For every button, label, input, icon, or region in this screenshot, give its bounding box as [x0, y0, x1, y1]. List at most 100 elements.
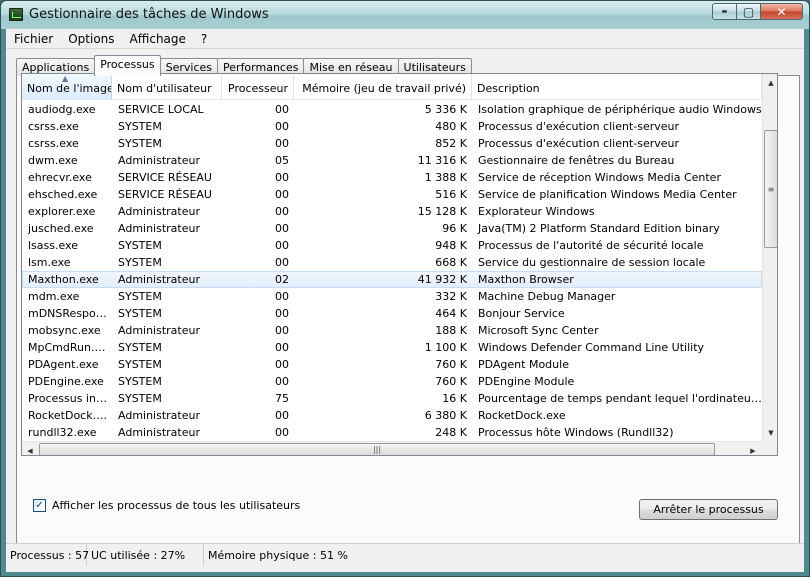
- close-icon: ✕: [776, 4, 787, 19]
- cell-user-name: SYSTEM: [118, 137, 162, 150]
- check-icon: ✓: [35, 500, 44, 511]
- cell-user-name: Administrateur: [118, 409, 200, 422]
- process-row[interactable]: Processus ina... SYSTEM 75 16 K Pourcentage …: [22, 390, 762, 407]
- cell-memory: 948 K: [435, 239, 467, 252]
- process-row[interactable]: ehrecvr.exe SERVICE RÉSEAU 00 1 388 K Servic…: [22, 169, 762, 186]
- process-row[interactable]: ehsched.exe SERVICE RÉSEAU 00 516 K Service …: [22, 186, 762, 203]
- menu-bar: Fichier Options Affichage ?: [6, 29, 804, 49]
- cell-cpu: 02: [275, 273, 289, 286]
- menu-options[interactable]: Options: [60, 29, 121, 48]
- cell-memory: 188 K: [435, 324, 467, 337]
- vertical-scroll-thumb[interactable]: ≡: [764, 130, 777, 248]
- process-row[interactable]: mobsync.exe Administrateur 00 188 K Microsof…: [22, 322, 762, 339]
- column-header-description[interactable]: Description: [472, 74, 762, 100]
- cell-user-name: SYSTEM: [118, 256, 162, 269]
- end-process-button[interactable]: Arrêter le processus: [639, 499, 778, 520]
- cell-user-name: Administrateur: [118, 324, 200, 337]
- menu-help[interactable]: ?: [193, 29, 214, 48]
- process-row[interactable]: mdm.exe SYSTEM 00 332 K Machine Debug Manage…: [22, 288, 762, 305]
- process-row[interactable]: audiodg.exe SERVICE LOCAL 00 5 336 K Isolati…: [22, 101, 762, 118]
- process-row[interactable]: PDAgent.exe SYSTEM 00 760 K PDAgent Module: [22, 356, 762, 373]
- process-row[interactable]: csrss.exe SYSTEM 00 852 K Processus d'exécut…: [22, 135, 762, 152]
- process-list-body: audiodg.exe SERVICE LOCAL 00 5 336 K Isolati…: [22, 101, 762, 441]
- process-row[interactable]: csrss.exe SYSTEM 00 480 K Processus d'exécut…: [22, 118, 762, 135]
- cell-user-name: Administrateur: [118, 273, 200, 286]
- cell-cpu: 00: [275, 222, 289, 235]
- status-bar: Processus : 57 UC utilisée : 27% Mémoire…: [6, 543, 804, 566]
- title-bar[interactable]: Gestionnaire des tâches de Windows ▬ ▢ ✕: [1, 1, 809, 29]
- cell-cpu: 00: [275, 103, 289, 116]
- cell-image-name: csrss.exe: [28, 137, 79, 150]
- cell-description: Processus hôte Windows (Rundll32): [478, 426, 674, 439]
- process-row[interactable]: MpCmdRun.exe SYSTEM 00 1 100 K Windows Defen…: [22, 339, 762, 356]
- cell-user-name: Administrateur: [118, 205, 200, 218]
- process-row[interactable]: rundll32.exe Administrateur 00 248 K Process…: [22, 424, 762, 441]
- column-header-cpu[interactable]: Processeur: [222, 74, 294, 100]
- menu-affichage[interactable]: Affichage: [122, 29, 193, 48]
- cell-cpu: 00: [275, 409, 289, 422]
- process-row[interactable]: dwm.exe Administrateur 05 11 316 K Gestionna…: [22, 152, 762, 169]
- cell-cpu: 00: [275, 256, 289, 269]
- show-all-users-checkbox[interactable]: ✓: [33, 499, 46, 512]
- cell-cpu: 00: [275, 426, 289, 439]
- horizontal-scroll-thumb[interactable]: |||: [39, 443, 715, 455]
- cell-user-name: SYSTEM: [118, 375, 162, 388]
- scroll-left-icon[interactable]: ◀: [22, 442, 38, 455]
- grip-icon: ≡: [767, 184, 775, 194]
- menu-fichier[interactable]: Fichier: [6, 29, 60, 48]
- cell-memory: 16 K: [442, 392, 467, 405]
- cell-user-name: SYSTEM: [118, 307, 162, 320]
- cell-memory: 11 316 K: [417, 154, 467, 167]
- cell-description: Service du gestionnaire de session local…: [478, 256, 706, 269]
- tab-processus[interactable]: Processus: [94, 55, 161, 76]
- cell-user-name: Administrateur: [118, 154, 200, 167]
- process-row[interactable]: lsass.exe SYSTEM 00 948 K Processus de l'aut…: [22, 237, 762, 254]
- cell-description: Service de planification Windows Media C…: [478, 188, 737, 201]
- process-row[interactable]: lsm.exe SYSTEM 00 668 K Service du gestionna…: [22, 254, 762, 271]
- cell-image-name: lsm.exe: [28, 256, 71, 269]
- cell-image-name: ehsched.exe: [28, 188, 98, 201]
- column-header-image-name[interactable]: ▲ Nom de l'image: [22, 74, 112, 100]
- process-list[interactable]: ▲ Nom de l'image Nom d'utilisateur Proce…: [21, 73, 778, 456]
- cell-memory: 760 K: [435, 375, 467, 388]
- column-header-memory[interactable]: Mémoire (jeu de travail privé): [294, 74, 472, 100]
- cell-memory: 332 K: [435, 290, 467, 303]
- scroll-up-icon[interactable]: ▲: [763, 74, 777, 91]
- cell-memory: 5 336 K: [424, 103, 467, 116]
- process-row[interactable]: Maxthon.exe Administrateur 02 41 932 K Maxth…: [22, 271, 762, 288]
- show-all-users-option[interactable]: ✓ Afficher les processus de tous les uti…: [33, 499, 300, 512]
- cell-image-name: audiodg.exe: [28, 103, 96, 116]
- cell-user-name: SERVICE RÉSEAU: [118, 171, 212, 184]
- cell-cpu: 00: [275, 324, 289, 337]
- cell-description: Microsoft Sync Center: [478, 324, 599, 337]
- cell-cpu: 00: [275, 239, 289, 252]
- cell-memory: 15 128 K: [417, 205, 467, 218]
- horizontal-scrollbar[interactable]: ◀ ||| ▶: [22, 441, 762, 455]
- minimize-button[interactable]: ▬: [712, 3, 737, 20]
- cell-description: RocketDock.exe: [478, 409, 566, 422]
- column-header-user-name[interactable]: Nom d'utilisateur: [112, 74, 222, 100]
- process-row[interactable]: RocketDock.exe Administrateur 00 6 380 K Roc…: [22, 407, 762, 424]
- cell-memory: 480 K: [435, 120, 467, 133]
- process-row[interactable]: mDNSRespon... SYSTEM 00 464 K Bonjour Servic…: [22, 305, 762, 322]
- cell-image-name: dwm.exe: [28, 154, 78, 167]
- cell-description: Maxthon Browser: [478, 273, 574, 286]
- process-row[interactable]: explorer.exe Administrateur 00 15 128 K Expl…: [22, 203, 762, 220]
- vertical-scrollbar[interactable]: ▲ ≡ ▼: [762, 74, 777, 441]
- process-row[interactable]: PDEngine.exe SYSTEM 00 760 K PDEngine Module: [22, 373, 762, 390]
- status-process-count: Processus : 57: [6, 544, 89, 566]
- maximize-icon: ▢: [742, 4, 755, 19]
- process-row[interactable]: jusched.exe Administrateur 00 96 K Java(TM) …: [22, 220, 762, 237]
- cell-user-name: SYSTEM: [118, 392, 162, 405]
- close-button[interactable]: ✕: [760, 3, 803, 20]
- cell-image-name: jusched.exe: [28, 222, 94, 235]
- scroll-down-icon[interactable]: ▼: [763, 424, 777, 441]
- scroll-right-icon[interactable]: ▶: [745, 442, 761, 455]
- cell-memory: 852 K: [435, 137, 467, 150]
- cell-image-name: Processus ina...: [28, 392, 112, 405]
- cell-user-name: SERVICE RÉSEAU: [118, 188, 212, 201]
- cell-user-name: SYSTEM: [118, 120, 162, 133]
- cell-memory: 1 388 K: [424, 171, 467, 184]
- cell-cpu: 00: [275, 137, 289, 150]
- maximize-button[interactable]: ▢: [736, 3, 761, 20]
